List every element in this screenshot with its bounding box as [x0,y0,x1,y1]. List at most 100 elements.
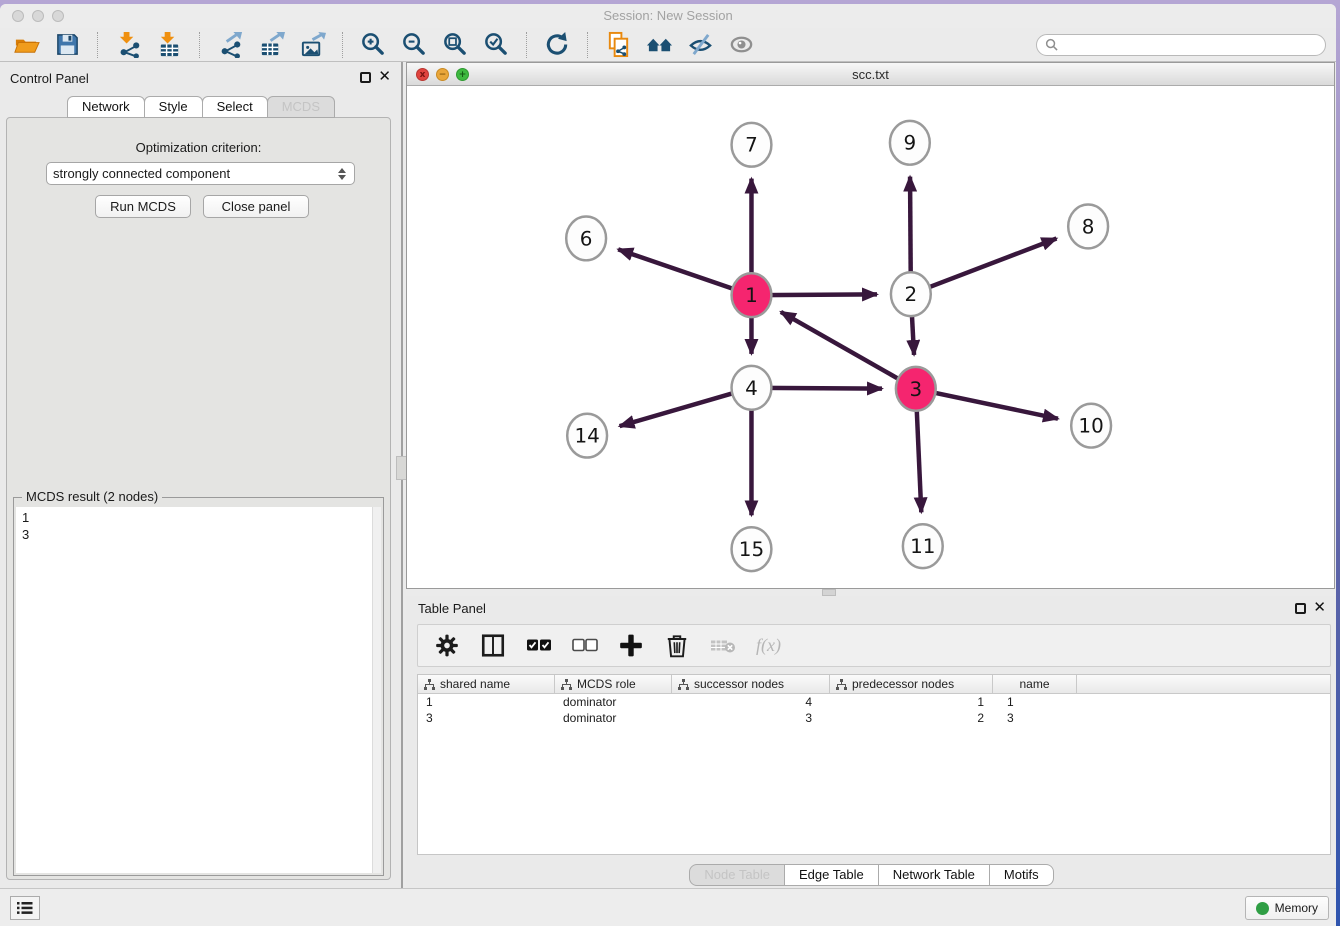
import-table-button[interactable] [153,31,185,59]
table-panel: Table Panel ✕ f(x) [406,596,1336,888]
float-panel-icon[interactable] [360,72,371,83]
column-label: predecessor nodes [852,677,954,691]
graph-edge-3-1[interactable] [781,312,916,389]
toolbar-separator [342,32,343,58]
table-tab-network-table[interactable]: Network Table [878,864,990,886]
column-header-predecessor-nodes[interactable]: predecessor nodes [830,675,993,693]
desktop: Session: New Session [0,0,1340,926]
table-cell[interactable]: 1 [993,694,1077,710]
graph-edge-2-8[interactable] [911,238,1057,294]
table-cell[interactable]: 1 [418,694,555,710]
toggle-graphics-details-button[interactable] [684,31,716,59]
table-cell[interactable]: 3 [993,710,1077,726]
mcds-panel: Optimization criterion: strongly connect… [6,117,391,880]
import-network-button[interactable] [112,31,144,59]
list-icon [16,901,34,915]
horizontal-split-handle[interactable] [822,589,836,596]
graph-node-label-6: 6 [580,227,593,250]
table-cell[interactable]: 3 [418,710,555,726]
graph-edge-3-10[interactable] [916,389,1058,419]
split-columns-icon [480,632,506,659]
run-mcds-button[interactable]: Run MCDS [95,195,191,218]
memory-status-icon [1256,902,1269,915]
column-header-shared-name[interactable]: shared name [418,675,555,693]
search-box[interactable] [1036,34,1326,56]
table-tab-edge-table[interactable]: Edge Table [784,864,879,886]
export-table-button[interactable] [255,31,287,59]
export-image-icon [299,31,326,58]
function-builder-button[interactable]: f(x) [756,635,781,656]
search-input[interactable] [1063,38,1317,52]
open-folder-icon [13,31,40,58]
export-network-icon [217,31,244,58]
session-title: Session: New Session [0,8,1336,23]
toolbar-separator [587,32,588,58]
mcds-result-group: MCDS result (2 nodes) 1 3 [13,497,384,876]
eye-icon [728,31,755,58]
refresh-icon [544,31,571,58]
column-header-name[interactable]: name [993,675,1077,693]
graph-node-label-1: 1 [745,284,758,307]
eye-slash-icon [687,31,714,58]
mcds-result-list[interactable]: 1 3 [16,507,381,873]
network-view-window: x − + scc.txt 7968124314101511 [406,62,1335,589]
save-session-button[interactable] [51,31,83,59]
show-hide-graphics-button[interactable] [725,31,757,59]
optimization-criterion-label: Optimization criterion: [7,140,390,155]
column-header-filler [1077,675,1330,693]
column-header-mcds-role[interactable]: MCDS role [555,675,672,693]
add-column-button[interactable] [618,633,644,659]
zoom-fit-button[interactable] [439,31,471,59]
main-toolbar [0,28,1336,62]
deselect-all-columns-button[interactable] [572,633,598,659]
import-table-icon [156,31,183,58]
table-tab-node-table[interactable]: Node Table [689,864,785,886]
save-floppy-icon [54,31,81,58]
table-cell[interactable]: 2 [830,710,993,726]
tab-network[interactable]: Network [67,96,145,118]
table-settings-button[interactable] [434,633,460,659]
table-cell[interactable]: 3 [672,710,830,726]
column-header-successor-nodes[interactable]: successor nodes [672,675,830,693]
zoom-out-button[interactable] [398,31,430,59]
open-session-button[interactable] [10,31,42,59]
tab-mcds[interactable]: MCDS [267,96,335,118]
column-label: MCDS role [577,677,636,691]
table-cell[interactable]: dominator [555,694,672,710]
delete-table-button[interactable] [710,633,736,659]
memory-button[interactable]: Memory [1245,896,1329,920]
delete-table-icon [710,632,736,659]
table-row[interactable]: 3dominator323 [418,710,1330,726]
table-tab-motifs[interactable]: Motifs [989,864,1054,886]
result-scrollbar[interactable] [372,507,381,873]
table-close-icon[interactable]: ✕ [1313,602,1326,614]
tab-select[interactable]: Select [202,96,268,118]
table-cell[interactable]: dominator [555,710,672,726]
task-history-button[interactable] [10,896,40,920]
home-view-button[interactable] [643,31,675,59]
split-columns-button[interactable] [480,633,506,659]
table-float-icon[interactable] [1295,603,1306,614]
home-icon [646,31,673,58]
zoom-out-icon [401,31,428,58]
duplicate-network-button[interactable] [602,31,634,59]
duplicate-network-icon [605,31,632,58]
export-network-button[interactable] [214,31,246,59]
table-cell[interactable]: 4 [672,694,830,710]
table-row[interactable]: 1dominator411 [418,694,1330,710]
network-graph-canvas[interactable]: 7968124314101511 [407,87,1334,588]
control-panel: Control Panel ✕ NetworkStyleSelectMCDS O… [0,62,401,888]
table-cell[interactable]: 1 [830,694,993,710]
zoom-in-button[interactable] [357,31,389,59]
close-panel-button[interactable]: Close panel [203,195,309,218]
delete-column-button[interactable] [664,633,690,659]
column-type-icon [424,679,435,690]
optimization-criterion-select[interactable]: strongly connected component [46,162,355,185]
select-all-columns-button[interactable] [526,633,552,659]
refresh-view-button[interactable] [541,31,573,59]
column-type-icon [561,679,572,690]
export-image-button[interactable] [296,31,328,59]
zoom-selected-button[interactable] [480,31,512,59]
tab-style[interactable]: Style [144,96,203,118]
close-panel-icon[interactable]: ✕ [378,71,391,83]
